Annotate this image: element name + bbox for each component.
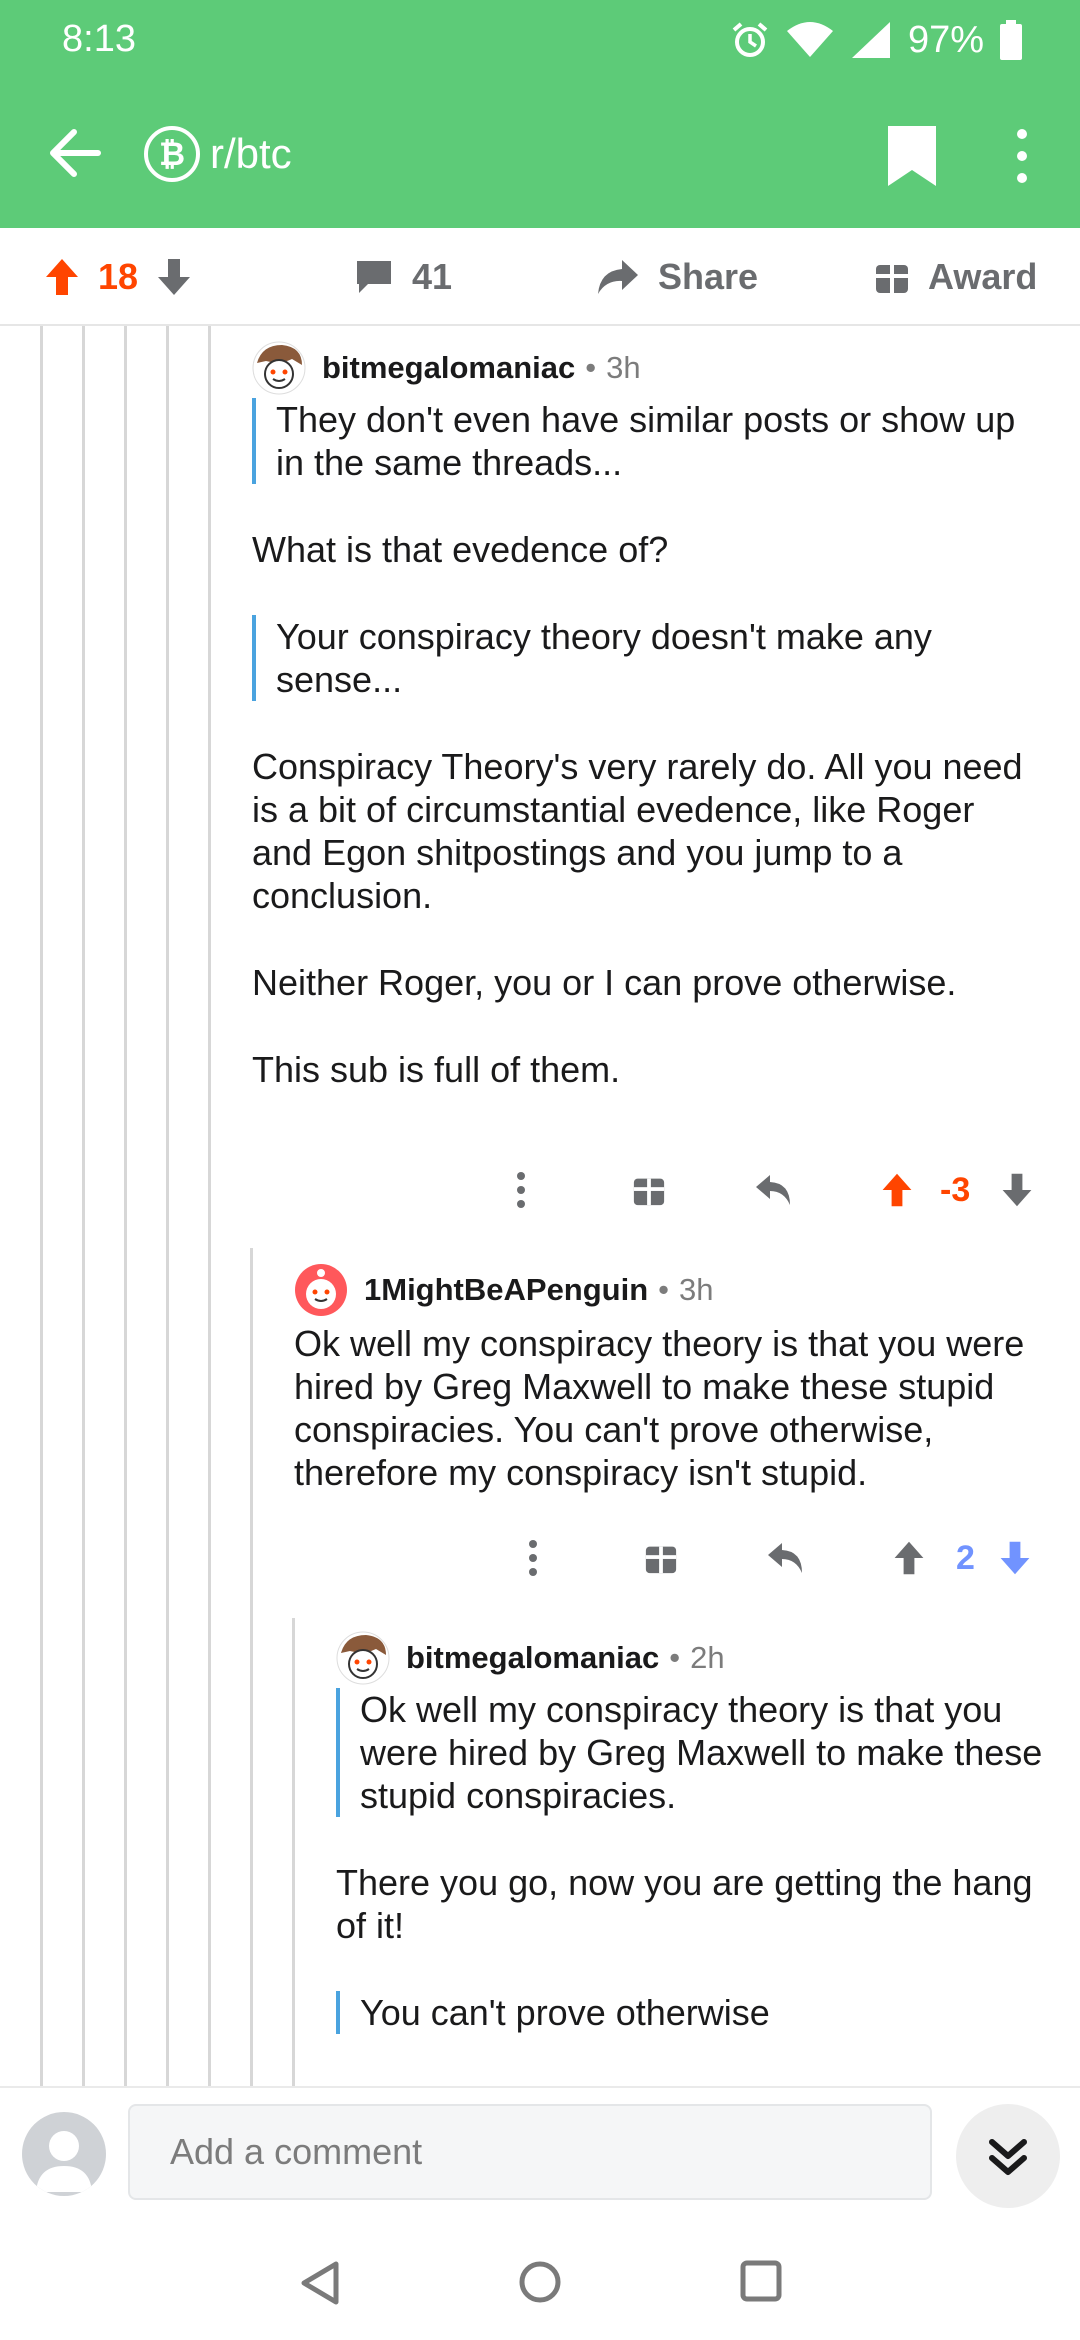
comment-body: Ok well my conspiracy theory is that you… <box>294 1322 1054 1494</box>
more-options-icon[interactable] <box>514 1170 528 1210</box>
comment-paragraph: Neither Roger, you or I can prove otherw… <box>252 962 957 1003</box>
avatar[interactable] <box>294 1263 348 1317</box>
comments-count: 41 <box>412 256 453 297</box>
comment-separator: • <box>658 1272 670 1307</box>
comment-body: Ok well my conspiracy theory is that you… <box>336 1688 1066 2034</box>
alarm-icon <box>732 22 768 57</box>
comment-input-bar: Add a comment <box>0 2086 1080 2220</box>
comment-header: bitmegalomaniac • 3h <box>252 340 1042 396</box>
comment-quote: You can't prove otherwise <box>336 1991 1066 2034</box>
comment-time: 3h <box>606 350 641 385</box>
gift-icon[interactable] <box>632 1173 666 1207</box>
user-avatar[interactable] <box>22 2112 106 2196</box>
comment-time: 2h <box>690 1640 725 1675</box>
award-label: Award <box>928 256 1038 297</box>
system-nav-bar <box>0 2220 1080 2340</box>
comments-count-button[interactable]: 41 <box>354 228 452 326</box>
comment-body: They don't even have similar posts or sh… <box>252 398 1042 1091</box>
comment-paragraph: Ok well my conspiracy theory is that you… <box>294 1323 1025 1493</box>
comment-score: 2 <box>956 1538 975 1577</box>
status-bar: 8:13 97% <box>0 0 1080 80</box>
comment-quote: They don't even have similar posts or sh… <box>252 398 1042 484</box>
comment-bubble-icon <box>357 261 391 293</box>
comment-separator: • <box>669 1640 681 1675</box>
avatar[interactable] <box>252 341 306 395</box>
status-icons: 97% <box>730 14 1022 66</box>
comment-separator: • <box>585 350 597 385</box>
nav-recents-icon[interactable] <box>740 2260 782 2302</box>
bitcoin-icon[interactable]: ₿ <box>144 126 200 182</box>
share-arrow-icon <box>598 260 638 294</box>
subreddit-name[interactable]: r/btc <box>210 126 292 182</box>
jump-to-next-button[interactable] <box>956 2104 1060 2208</box>
thread-line[interactable] <box>208 326 211 2086</box>
share-button[interactable]: Share <box>596 228 758 326</box>
add-comment-input[interactable]: Add a comment <box>128 2104 932 2200</box>
comment-author[interactable]: bitmegalomaniac <box>406 1640 659 1676</box>
comment-author[interactable]: 1MightBeAPenguin <box>364 1272 648 1308</box>
double-chevron-down-icon <box>989 2139 1027 2175</box>
comment: bitmegalomaniac • 3h They don't even hav… <box>252 340 1042 1091</box>
post-vote-group: 18 <box>44 228 192 326</box>
bookmark-icon[interactable] <box>884 124 940 188</box>
comment-quote: Ok well my conspiracy theory is that you… <box>336 1688 1066 1817</box>
downvote-arrow-icon[interactable] <box>156 257 192 297</box>
battery-icon <box>1000 20 1022 60</box>
signal-icon <box>851 22 890 58</box>
battery-percent: 97% <box>907 18 984 61</box>
thread-line[interactable] <box>40 326 43 2086</box>
thread-line[interactable] <box>292 1618 295 2086</box>
nav-back-icon[interactable] <box>298 2260 342 2306</box>
upvote-arrow-icon[interactable] <box>44 257 80 297</box>
user-avatar-icon <box>36 2131 92 2192</box>
comment-time: 3h <box>679 1272 714 1307</box>
thread-line[interactable] <box>124 326 127 2086</box>
comment-paragraph: Conspiracy Theory's very rarely do. All … <box>252 746 1023 916</box>
post-score: 18 <box>98 256 139 297</box>
comment-header: bitmegalomaniac • 2h <box>336 1630 1066 1686</box>
avatar[interactable] <box>336 1631 390 1685</box>
comment: bitmegalomaniac • 2h Ok well my conspira… <box>336 1630 1066 2034</box>
thread-line[interactable] <box>166 326 169 2086</box>
post-action-bar: 18 41 Share Award <box>0 228 1080 326</box>
comment-paragraph: There you go, now you are getting the ha… <box>336 1862 1033 1946</box>
comment-header: 1MightBeAPenguin • 3h <box>294 1262 1054 1318</box>
comment: 1MightBeAPenguin • 3h Ok well my conspir… <box>294 1262 1054 1494</box>
reply-icon[interactable] <box>754 1173 794 1207</box>
gift-icon <box>876 265 908 293</box>
more-options-icon[interactable] <box>526 1538 540 1578</box>
back-arrow-icon[interactable] <box>40 118 110 188</box>
comment-actions: 2 <box>512 1528 1060 1588</box>
reply-icon[interactable] <box>766 1541 806 1575</box>
comment-author[interactable]: bitmegalomaniac <box>322 350 575 386</box>
gift-icon[interactable] <box>644 1541 678 1575</box>
comment-paragraph: What is that evedence of? <box>252 529 669 570</box>
nav-home-icon[interactable] <box>518 2260 562 2304</box>
award-button[interactable]: Award <box>874 228 1037 326</box>
thread-line[interactable] <box>82 326 85 2086</box>
app-header: ₿ r/btc <box>0 80 1080 228</box>
upvote-arrow-icon[interactable] <box>880 1172 914 1208</box>
comment-quote: Your conspiracy theory doesn't make any … <box>252 615 1042 701</box>
share-label: Share <box>658 256 759 297</box>
more-options-icon[interactable] <box>1006 126 1038 186</box>
thread-line[interactable] <box>250 1248 253 2086</box>
comment-actions: -3 <box>500 1160 1060 1220</box>
comment-score: -3 <box>940 1170 971 1209</box>
status-time: 8:13 <box>62 18 136 60</box>
upvote-arrow-icon[interactable] <box>892 1540 926 1576</box>
comment-paragraph: This sub is full of them. <box>252 1049 621 1090</box>
downvote-arrow-icon[interactable] <box>1000 1172 1034 1208</box>
downvote-arrow-icon[interactable] <box>998 1540 1032 1576</box>
wifi-icon <box>786 22 833 57</box>
